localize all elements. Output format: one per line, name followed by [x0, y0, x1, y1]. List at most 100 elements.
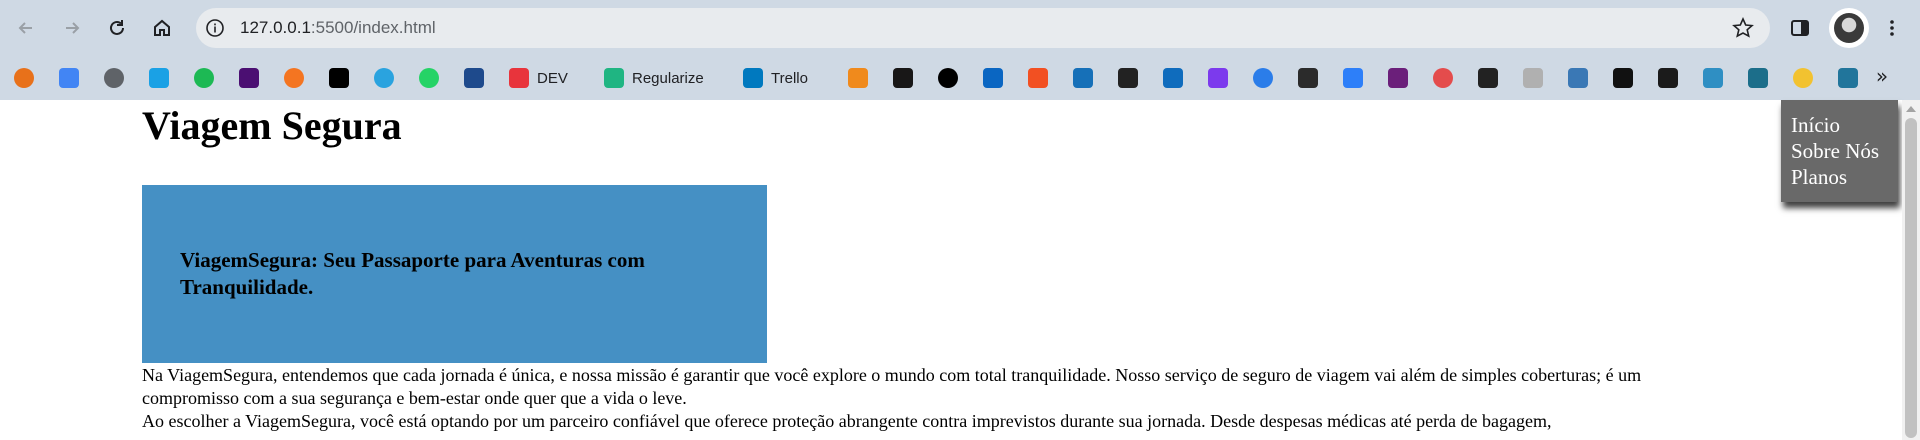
blue-drop-icon	[1343, 68, 1363, 88]
bookmark-x[interactable]	[329, 64, 349, 92]
avatar-image	[1834, 13, 1864, 43]
bookmark-g-square[interactable]	[1613, 64, 1633, 92]
knot-icon	[1118, 68, 1138, 88]
scrollbar-thumb[interactable]	[1905, 118, 1917, 438]
bookmark-colorful-ring[interactable]	[14, 64, 34, 92]
bookmark-github[interactable]	[893, 64, 913, 92]
bookmark-lv[interactable]	[1073, 64, 1093, 92]
bookmark-knot[interactable]	[1118, 64, 1138, 92]
telegram-icon	[374, 68, 394, 88]
crunchyroll-icon	[284, 68, 304, 88]
google-translate-icon	[59, 68, 79, 88]
g-square-icon	[1613, 68, 1633, 88]
bookmark-s[interactable]	[464, 64, 484, 92]
bookmarks-bar: DEV Regularize Trello	[0, 56, 1920, 100]
nav-link-planos[interactable]: Planos	[1791, 164, 1898, 190]
bookmark-check-circle[interactable]	[1433, 64, 1453, 92]
regularize-icon	[604, 68, 624, 88]
purple-shield-icon	[1208, 68, 1228, 88]
info-icon[interactable]	[204, 17, 226, 39]
star-icon[interactable]	[1732, 17, 1754, 39]
bookmark-triangle[interactable]	[938, 64, 958, 92]
github-icon	[893, 68, 913, 88]
bookmark-orange-grid[interactable]	[848, 64, 868, 92]
bookmark-cloud[interactable]	[149, 64, 169, 92]
linkedin-icon	[983, 68, 1003, 88]
check-circle-icon	[1433, 68, 1453, 88]
bookmark-google-translate[interactable]	[59, 64, 79, 92]
bookmark-blue-ring[interactable]	[1253, 64, 1273, 92]
bookmark-whatsapp[interactable]	[419, 64, 439, 92]
bookmark-blue-drop[interactable]	[1343, 64, 1363, 92]
bookmark-globe[interactable]	[104, 64, 124, 92]
bookmark-nin[interactable]	[1298, 64, 1318, 92]
page-title: Viagem Segura	[142, 103, 402, 148]
bookmarks-overflow-button[interactable]: »	[1868, 62, 1896, 90]
profile-avatar[interactable]	[1829, 8, 1869, 48]
url-path: :5500/index.html	[310, 18, 436, 37]
microsoft-icon	[1028, 68, 1048, 88]
lj-icon	[1568, 68, 1588, 88]
orange-grid-icon	[848, 68, 868, 88]
lv-icon	[1073, 68, 1093, 88]
globe-icon	[104, 68, 124, 88]
bookmark-lj[interactable]	[1568, 64, 1588, 92]
vertical-scrollbar[interactable]	[1902, 100, 1920, 440]
bookmark-regularize[interactable]: Regularize	[604, 64, 704, 92]
cloud-icon	[149, 68, 169, 88]
bookmark-wordpress[interactable]	[1838, 64, 1858, 92]
url-host: 127.0.0.1	[240, 18, 311, 37]
scroll-up-arrow-icon[interactable]	[1906, 106, 1916, 112]
kebab-menu-icon	[1890, 20, 1894, 36]
bookmark-gray-logo[interactable]	[1523, 64, 1543, 92]
outlook-icon	[1163, 68, 1183, 88]
bookmark-trello[interactable]: Trello	[743, 64, 808, 92]
reload-button[interactable]	[101, 12, 133, 44]
wordpress-icon	[1838, 68, 1858, 88]
side-panel-button[interactable]	[1784, 12, 1816, 44]
url-text: 127.0.0.1:5500/index.html	[240, 18, 436, 38]
bookmark-goggles[interactable]	[1388, 64, 1408, 92]
colorful-ring-icon	[14, 68, 34, 88]
bookmark-outlook[interactable]	[1163, 64, 1183, 92]
goggles-icon	[1388, 68, 1408, 88]
reload-icon	[110, 20, 124, 35]
arrow-left-icon	[18, 22, 32, 34]
whatsapp-icon	[419, 68, 439, 88]
bookmark-react-dark[interactable]	[1748, 64, 1768, 92]
second-paragraph: Ao escolher a ViagemSegura, você está op…	[142, 411, 1552, 431]
page-content: Viagem Segura ViagemSegura: Seu Passapor…	[0, 100, 1920, 440]
home-button[interactable]	[146, 12, 178, 44]
arrow-right-icon	[66, 22, 80, 34]
hero-banner: ViagemSegura: Seu Passaporte para Aventu…	[142, 185, 767, 363]
browser-menu-button[interactable]	[1876, 12, 1908, 44]
bookmark-react[interactable]	[1703, 64, 1723, 92]
bookmark-n-circle[interactable]	[1793, 64, 1813, 92]
home-icon	[154, 19, 170, 36]
bookmark-telegram[interactable]	[374, 64, 394, 92]
browser-chrome: 127.0.0.1:5500/index.html DEV Regularize T…	[0, 0, 1920, 100]
bookmark-linkedin[interactable]	[983, 64, 1003, 92]
bookmark-purple-shield[interactable]	[1208, 64, 1228, 92]
back-button[interactable]	[10, 12, 42, 44]
browser-toolbar: 127.0.0.1:5500/index.html	[0, 0, 1920, 56]
bookmark-dev[interactable]: DEV	[509, 64, 568, 92]
bookmark-openai[interactable]	[1478, 64, 1498, 92]
address-bar[interactable]: 127.0.0.1:5500/index.html	[196, 8, 1770, 48]
bookmark-microsoft[interactable]	[1028, 64, 1048, 92]
bookmark-m[interactable]	[239, 64, 259, 92]
bookmark-label: Regularize	[632, 69, 704, 87]
nav-link-sobre-nos[interactable]: Sobre Nós	[1791, 138, 1898, 164]
bookmark-r[interactable]	[1658, 64, 1678, 92]
nav-link-inicio[interactable]: Início	[1791, 112, 1898, 138]
bookmark-spotify[interactable]	[194, 64, 214, 92]
bookmark-crunchyroll[interactable]	[284, 64, 304, 92]
dev-icon	[509, 68, 529, 88]
forward-button[interactable]	[56, 12, 88, 44]
s-icon	[464, 68, 484, 88]
site-nav-menu: Início Sobre Nós Planos	[1781, 100, 1898, 202]
n-circle-icon	[1793, 68, 1813, 88]
hero-heading: ViagemSegura: Seu Passaporte para Aventu…	[180, 248, 645, 299]
trello-icon	[743, 68, 763, 88]
intro-paragraph: Na ViagemSegura, entendemos que cada jor…	[142, 365, 1642, 408]
